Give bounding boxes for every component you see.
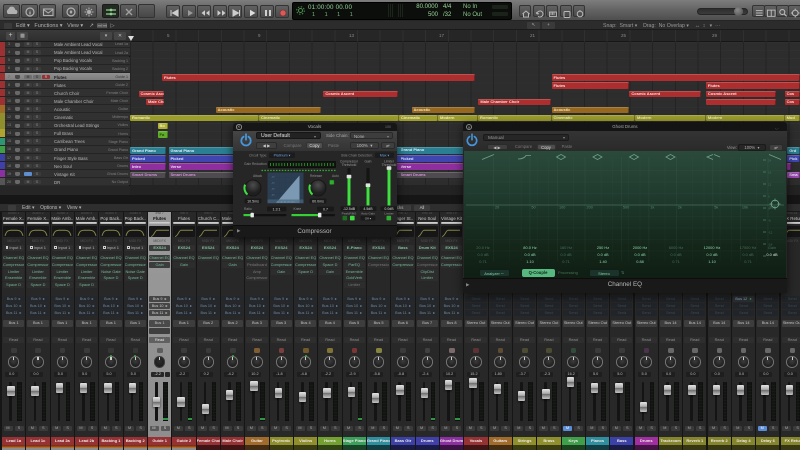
svg-text:-12.5dB: -12.5dB <box>342 207 355 211</box>
svg-text:Threshold: Threshold <box>381 163 396 167</box>
svg-text:20: 20 <box>495 206 499 210</box>
svg-text:Auto Gain: Auto Gain <box>361 211 375 215</box>
svg-text:Ratio: Ratio <box>244 207 252 211</box>
svg-text:500: 500 <box>622 206 628 210</box>
svg-text:24: 24 <box>768 159 772 163</box>
svg-text:Auto: Auto <box>332 174 339 178</box>
svg-text:Side Chain Detection:: Side Chain Detection: <box>341 153 373 157</box>
svg-text:-50 -40 -30 -20 -10 0: -50 -40 -30 -20 -10 0 <box>276 201 295 203</box>
svg-text:Peak|RMS: Peak|RMS <box>341 211 356 215</box>
svg-text:Release: Release <box>310 174 322 178</box>
svg-text:60.0ms: 60.0ms <box>312 199 324 203</box>
svg-text:Max ▾: Max ▾ <box>379 154 389 158</box>
svg-text:0.7: 0.7 <box>323 207 328 211</box>
svg-text:10k: 10k <box>741 206 747 210</box>
svg-text:Gain: Gain <box>364 160 371 164</box>
svg-text:12: 12 <box>768 183 772 187</box>
svg-text:50: 50 <box>531 206 535 210</box>
svg-text:-6: -6 <box>768 219 771 223</box>
svg-text:Knee: Knee <box>293 207 301 211</box>
svg-text:Threshold: Threshold <box>341 163 356 167</box>
svg-text:Attack: Attack <box>253 174 263 178</box>
svg-text:Off ▾: Off ▾ <box>364 216 371 220</box>
svg-text:1.3:1: 1.3:1 <box>272 207 280 211</box>
svg-text:4.5dB: 4.5dB <box>363 207 373 211</box>
svg-text:-12: -12 <box>768 231 773 235</box>
svg-text:Gain Reduction: Gain Reduction <box>244 162 267 166</box>
svg-text:1k: 1k <box>650 206 654 210</box>
svg-text:100: 100 <box>559 206 565 210</box>
svg-text:2k: 2k <box>677 206 681 210</box>
svg-text:200: 200 <box>586 206 592 210</box>
svg-text:10.5ms: 10.5ms <box>247 199 259 203</box>
svg-text:Platinum ▾: Platinum ▾ <box>273 154 290 158</box>
svg-text:0.0dB: 0.0dB <box>384 207 394 211</box>
svg-text:5k: 5k <box>714 206 718 210</box>
svg-text:Circuit Type:: Circuit Type: <box>249 153 267 157</box>
svg-text:6: 6 <box>768 195 770 199</box>
svg-text:Limiter: Limiter <box>384 211 393 215</box>
svg-text:18: 18 <box>768 171 772 175</box>
